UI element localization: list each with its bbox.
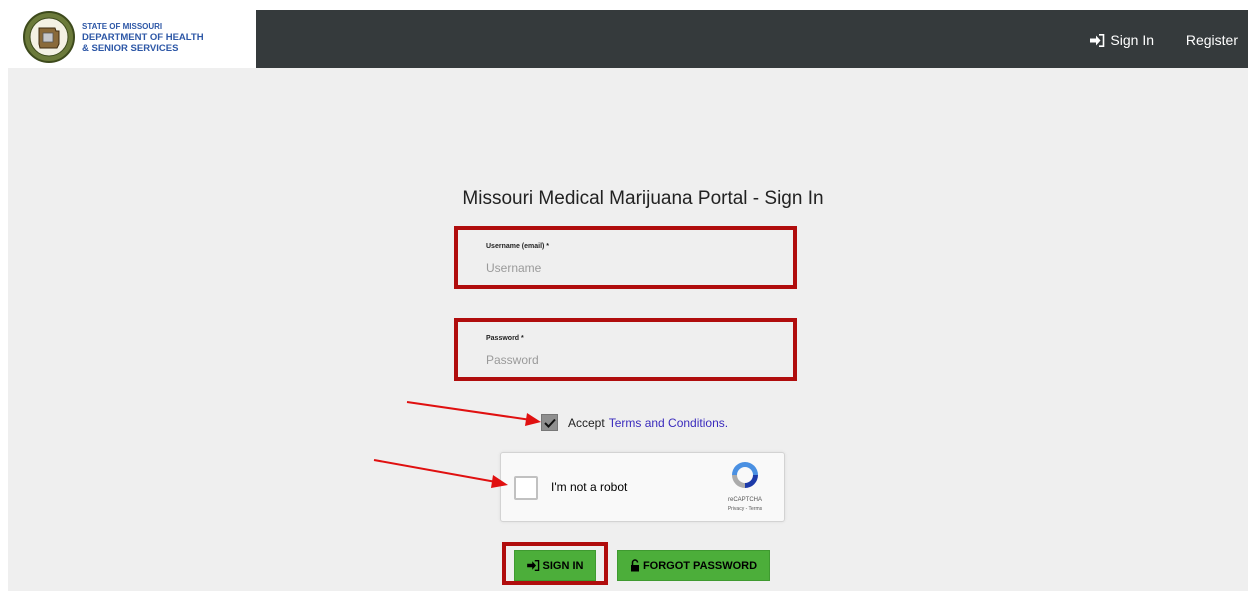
accept-label: Accept [568,415,605,430]
page-title: Missouri Medical Marijuana Portal - Sign… [462,188,824,209]
forgot-password-button[interactable]: FORGOT PASSWORD [617,550,770,581]
sign-in-icon [1090,33,1105,47]
sign-in-icon [526,560,539,571]
username-label: Username (email) * [486,243,550,250]
accept-terms-row: Accept Terms and Conditions. [541,414,728,431]
brand-line-3: & SENIOR SERVICES [82,42,179,54]
brand-line-1: STATE OF MISSOURI [82,21,163,31]
brand-logo[interactable]: STATE OF MISSOURI DEPARTMENT OF HEALTH &… [18,6,256,68]
nav-signin-link[interactable]: Sign In [1090,32,1154,48]
forgot-button-label: FORGOT PASSWORD [642,559,758,572]
recaptcha-brand: reCAPTCHA [727,497,762,503]
nav-register-link[interactable]: Register [1186,32,1238,48]
password-input[interactable] [486,350,776,370]
terms-link[interactable]: Terms and Conditions. [609,416,728,430]
nav-signin-label: Sign In [1110,32,1154,48]
top-navbar: Sign In Register [256,10,1248,68]
arrow-to-recaptcha-icon [373,459,508,488]
checkmark-icon [543,418,556,428]
brand-line-2: DEPARTMENT OF HEALTH [82,31,204,43]
brand-text: STATE OF MISSOURI DEPARTMENT OF HEALTH &… [82,21,204,54]
unlock-icon [630,559,639,572]
recaptcha-privacy[interactable]: Privacy - Terms [715,506,775,512]
signin-button-label: SIGN IN [542,559,584,572]
page: STATE OF MISSOURI DEPARTMENT OF HEALTH &… [0,0,1248,591]
arrow-to-checkbox-icon [406,401,541,426]
recaptcha-widget: I'm not a robot reCAPTCHA Privacy - Term… [500,452,785,522]
recaptcha-checkbox[interactable] [514,476,538,500]
username-field-highlight: Username (email) * [454,226,797,289]
recaptcha-logo-icon [732,462,758,488]
signin-button[interactable]: SIGN IN [514,550,596,581]
password-label: Password * [486,335,524,342]
password-field-highlight: Password * [454,318,797,381]
missouri-seal-icon [23,11,75,63]
username-input[interactable] [486,258,776,278]
recaptcha-label: I'm not a robot [551,480,628,494]
